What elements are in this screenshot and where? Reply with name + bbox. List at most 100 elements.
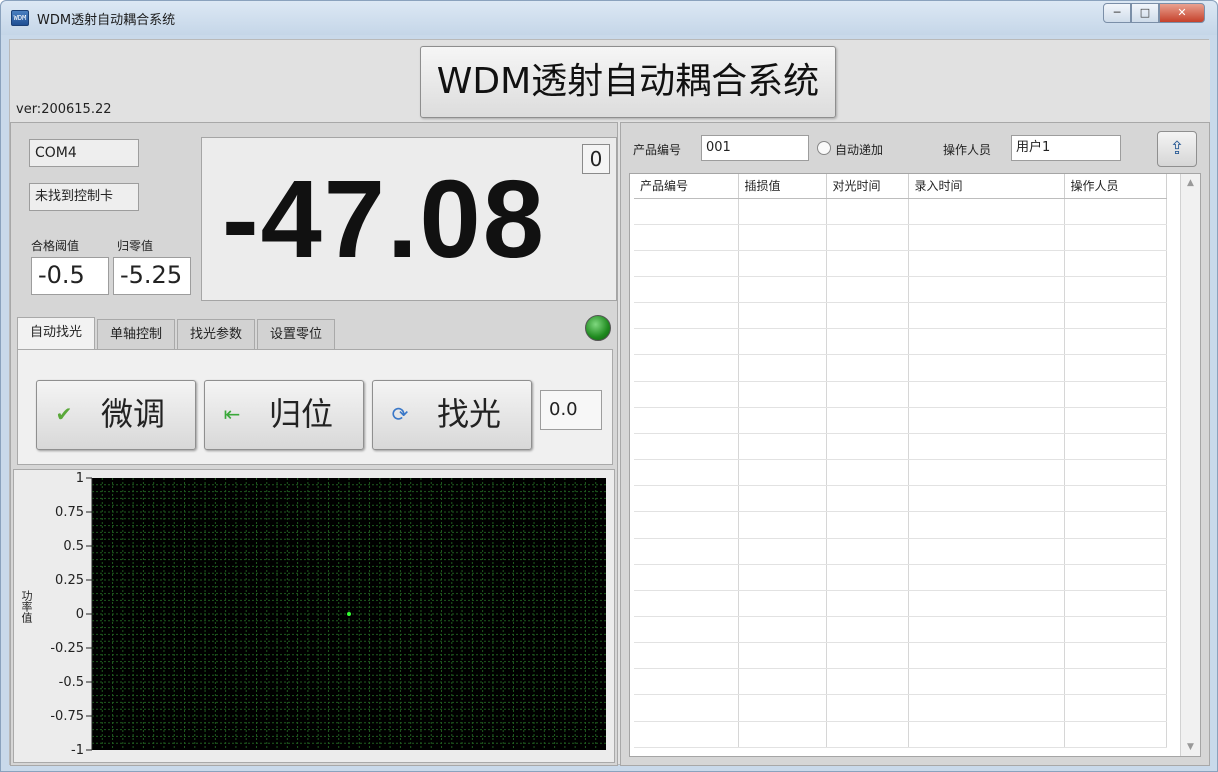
table-row[interactable]: [634, 485, 1167, 513]
table-cell: [1064, 276, 1167, 304]
tab-auto-find[interactable]: 自动找光: [17, 317, 96, 349]
table-cell: [1064, 302, 1167, 330]
table-row[interactable]: [634, 276, 1167, 304]
table-row[interactable]: [634, 694, 1167, 722]
col-operator[interactable]: 操作人员: [1064, 174, 1167, 199]
scroll-down-arrow[interactable]: ▼: [1181, 738, 1200, 756]
tab-find-params[interactable]: 找光参数: [177, 319, 256, 349]
fine-tune-button[interactable]: ✔ 微调: [36, 380, 196, 450]
table-cell: [826, 354, 909, 382]
col-entry-time[interactable]: 录入时间: [908, 174, 1065, 199]
table-row[interactable]: [634, 198, 1167, 225]
table-cell: [1064, 538, 1167, 565]
zero-field[interactable]: -5.25: [113, 257, 191, 295]
find-light-button[interactable]: ⟳ 找光: [372, 380, 532, 450]
table-cell: [1064, 616, 1167, 644]
table-row[interactable]: [634, 721, 1167, 749]
table-cell: [738, 407, 827, 434]
chart-canvas: 1 0.75 0.5 0.25 0 -0.25 -0.5 -0.75 -1: [50, 471, 606, 758]
table-cell: [1064, 198, 1167, 225]
table-cell: [826, 459, 909, 487]
table-cell: [1064, 407, 1167, 434]
table-cell: [738, 538, 827, 565]
y-tick-label: -1: [71, 743, 84, 758]
table-cell: [1064, 433, 1167, 461]
table-cell: [634, 590, 739, 618]
table-cell: [826, 642, 909, 670]
table-row[interactable]: [634, 433, 1167, 461]
table-cell: [738, 485, 827, 513]
refresh-icon: ⟳: [391, 402, 409, 426]
table-cell: [826, 721, 909, 749]
table-cell: [634, 328, 739, 356]
col-align-time[interactable]: 对光时间: [826, 174, 909, 199]
tab-set-zero[interactable]: 设置零位: [257, 319, 336, 349]
home-button[interactable]: ⇤ 归位: [204, 380, 364, 450]
col-product-no[interactable]: 产品编号: [634, 174, 739, 199]
offset-field[interactable]: 0.0: [540, 390, 602, 430]
threshold-label: 合格阈值: [31, 239, 80, 253]
power-value: -47.08: [222, 158, 546, 281]
table-row[interactable]: [634, 668, 1167, 696]
close-button[interactable]: ✕: [1159, 3, 1205, 23]
table-cell: [738, 642, 827, 670]
auto-increment-label: 自动递加: [835, 143, 884, 157]
table-row[interactable]: [634, 642, 1167, 670]
table-cell: [634, 250, 739, 277]
power-display: -47.08 0: [201, 137, 617, 301]
table-cell: [908, 224, 1065, 251]
table-row[interactable]: [634, 590, 1167, 618]
table-cell: [738, 381, 827, 408]
table-cell: [826, 224, 909, 251]
table-row[interactable]: [634, 616, 1167, 644]
y-tick-label: 0: [76, 607, 84, 622]
scroll-up-arrow[interactable]: ▲: [1181, 174, 1200, 192]
table-cell: [1064, 354, 1167, 382]
table-cell: [738, 354, 827, 382]
table-row[interactable]: [634, 511, 1167, 539]
fine-tune-label: 微调: [101, 395, 166, 433]
table-header-row: 产品编号 插损值 对光时间 录入时间 操作人员: [634, 174, 1167, 199]
header-area: WDM透射自动耦合系统 ver:200615.22: [10, 40, 1210, 122]
table-row[interactable]: [634, 302, 1167, 330]
product-no-input[interactable]: 001: [701, 135, 809, 161]
minimize-button[interactable]: ─: [1103, 3, 1131, 23]
table-cell: [738, 564, 827, 591]
table-cell: [826, 538, 909, 565]
col-insertion-loss[interactable]: 插损值: [738, 174, 827, 199]
threshold-field[interactable]: -0.5: [31, 257, 109, 295]
table-cell: [738, 694, 827, 722]
table-cell: [826, 616, 909, 644]
left-panel: COM4 未找到控制卡 合格阈值 归零值 -0.5 -5.25 -47.08 0…: [10, 122, 618, 766]
export-button[interactable]: ⇪: [1157, 131, 1197, 167]
table-cell: [908, 485, 1065, 513]
table-row[interactable]: [634, 564, 1167, 591]
table-cell: [826, 564, 909, 591]
main-title-button[interactable]: WDM透射自动耦合系统: [420, 46, 836, 118]
table-row[interactable]: [634, 354, 1167, 382]
maximize-button[interactable]: □: [1131, 3, 1159, 23]
table-row[interactable]: [634, 538, 1167, 565]
table-scrollbar[interactable]: ▲ ▼: [1180, 174, 1200, 756]
table-cell: [738, 721, 827, 749]
auto-increment-radio[interactable]: [817, 141, 831, 155]
table-row[interactable]: [634, 328, 1167, 356]
table-cell: [826, 276, 909, 304]
power-chart: 功率值 1 0.75 0.5 0.25 0 -0.25 -0.5 -0.75 -1: [13, 469, 615, 763]
table-row[interactable]: [634, 407, 1167, 434]
table-row[interactable]: [634, 381, 1167, 408]
y-tick-label: -0.25: [50, 641, 84, 656]
y-tick-label: 0.5: [63, 539, 84, 554]
table-cell: [826, 302, 909, 330]
table-cell: [908, 302, 1065, 330]
operator-input[interactable]: 用户1: [1011, 135, 1121, 161]
table-cell: [634, 485, 739, 513]
table-cell: [634, 198, 739, 225]
export-icon: ⇪: [1169, 138, 1185, 159]
table-row[interactable]: [634, 250, 1167, 277]
table-cell: [826, 668, 909, 696]
tab-single-axis[interactable]: 单轴控制: [97, 319, 176, 349]
table-row[interactable]: [634, 224, 1167, 251]
table-cell: [634, 276, 739, 304]
table-row[interactable]: [634, 459, 1167, 487]
